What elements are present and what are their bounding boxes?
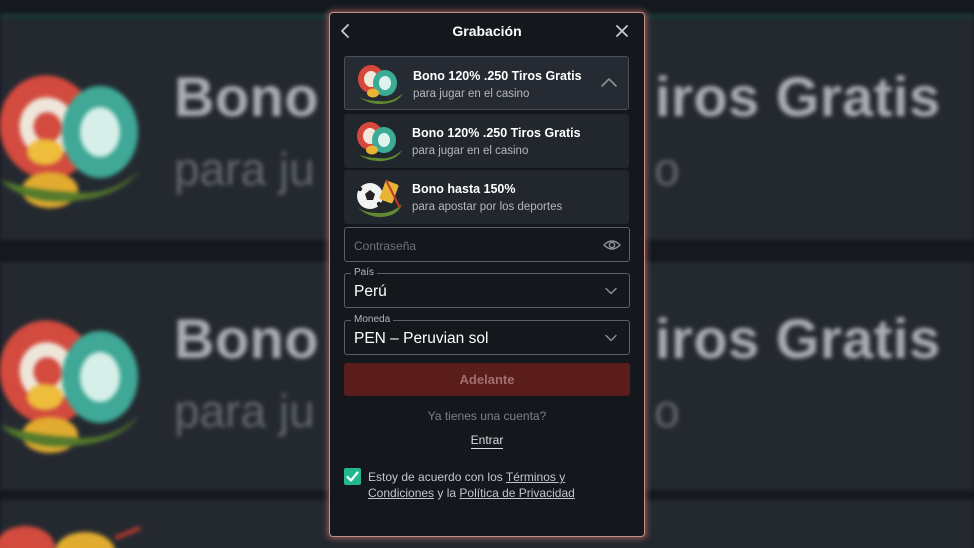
bonus-option-sports[interactable]: Bono hasta 150% para apostar por los dep… bbox=[344, 170, 629, 224]
screen: Bono iros Gratis para ju o Bono iros Gra… bbox=[0, 0, 974, 548]
casino-chips-icon bbox=[358, 65, 403, 105]
chevron-up-icon[interactable] bbox=[600, 75, 618, 89]
privacy-link[interactable]: Política de Privacidad bbox=[459, 486, 574, 500]
background-title-right-1: iros Gratis bbox=[655, 65, 941, 128]
currency-select[interactable]: Moneda PEN – Peruvian sol bbox=[344, 314, 630, 355]
background-title-left-2: Bono bbox=[174, 307, 320, 370]
chevron-down-icon bbox=[605, 287, 617, 295]
checkmark-icon bbox=[346, 471, 359, 482]
background-sub-left-1: para ju bbox=[174, 143, 315, 195]
background-chips-art-3 bbox=[0, 526, 141, 548]
country-select[interactable]: País Perú bbox=[344, 267, 630, 308]
background-sub-right-1: o bbox=[654, 143, 680, 195]
login-link[interactable]: Entrar bbox=[470, 433, 504, 449]
country-label: País bbox=[351, 267, 378, 279]
password-field[interactable]: Contraseña bbox=[344, 227, 630, 262]
background-chips-art-1 bbox=[0, 75, 140, 208]
bonus-option-casino[interactable]: Bono 120% .250 Tiros Gratis para jugar e… bbox=[344, 114, 629, 168]
terms-checkbox[interactable] bbox=[344, 468, 361, 485]
bonus-option-title: Bono 120% .250 Tiros Gratis bbox=[412, 126, 581, 140]
bonus-option-casino-selected[interactable]: Bono 120% .250 Tiros Gratis para jugar e… bbox=[344, 56, 629, 110]
background-chips-art-2 bbox=[0, 320, 140, 453]
bonus-option-title: Bono 120% .250 Tiros Gratis bbox=[413, 69, 582, 83]
terms-prefix: Estoy de acuerdo con los bbox=[368, 470, 506, 484]
bonus-option-subtitle: para jugar en el casino bbox=[412, 145, 529, 157]
background-title-right-2: iros Gratis bbox=[655, 307, 941, 370]
modal-title: Grabación bbox=[452, 23, 522, 39]
casino-chips-icon bbox=[357, 122, 402, 162]
chevron-down-icon bbox=[605, 334, 617, 342]
login-link-row: Entrar bbox=[330, 433, 644, 449]
submit-button[interactable]: Adelante bbox=[344, 363, 630, 396]
password-placeholder: Contraseña bbox=[354, 239, 417, 253]
bonus-option-subtitle: para jugar en el casino bbox=[413, 88, 530, 100]
close-icon[interactable] bbox=[612, 21, 632, 41]
registration-modal: Grabación Bono 120% .250 Tiros Gratis pa… bbox=[330, 13, 644, 536]
bonus-option-title: Bono hasta 150% bbox=[412, 182, 516, 196]
modal-header: Grabación bbox=[330, 13, 644, 49]
country-value: Perú bbox=[354, 283, 387, 300]
currency-value: PEN – Peruvian sol bbox=[354, 330, 489, 347]
bonus-option-subtitle: para apostar por los deportes bbox=[412, 201, 563, 213]
terms-middle: y la bbox=[434, 486, 460, 500]
background-sub-left-2: para ju bbox=[174, 385, 315, 437]
have-account-text: Ya tienes una cuenta? bbox=[427, 409, 547, 423]
background-sub-right-2: o bbox=[654, 385, 680, 437]
terms-text: Estoy de acuerdo con los Términos y Cond… bbox=[368, 469, 618, 501]
eye-icon[interactable] bbox=[603, 238, 621, 252]
currency-label: Moneda bbox=[351, 314, 394, 326]
soccer-ball-icon bbox=[357, 179, 402, 217]
background-title-left-1: Bono bbox=[174, 65, 320, 128]
